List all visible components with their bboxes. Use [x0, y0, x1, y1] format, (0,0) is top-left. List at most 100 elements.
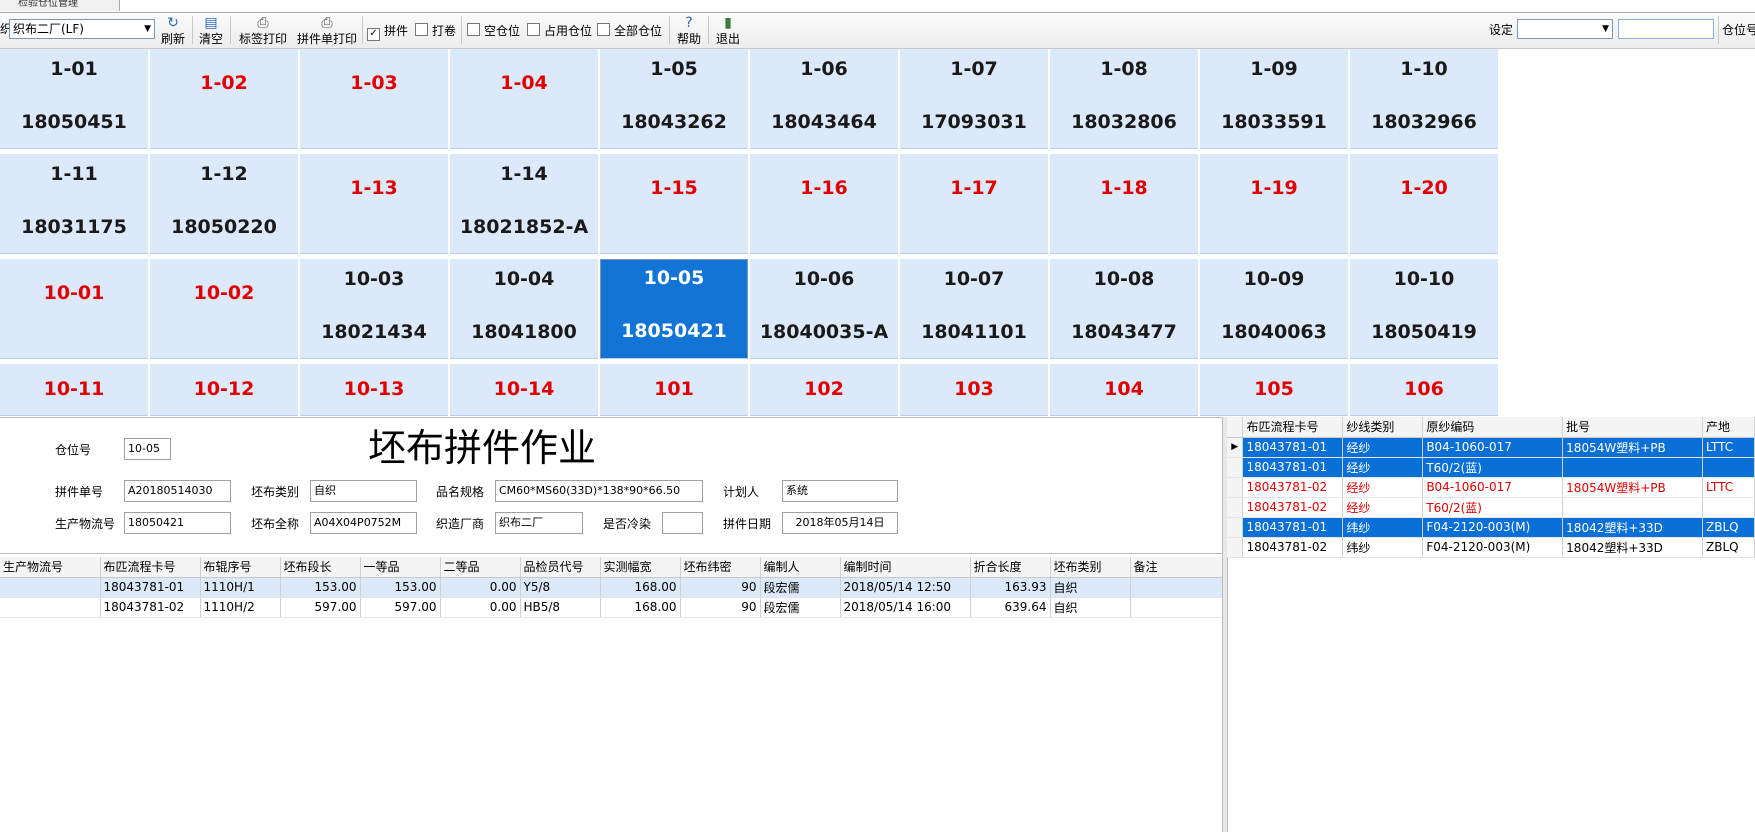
table-cell: 163.93 — [970, 577, 1051, 598]
bin-cell-1-20[interactable]: 1-20 — [1350, 154, 1498, 254]
bin-cell-10-02[interactable]: 10-02 — [150, 259, 298, 359]
check-roll[interactable]: 打卷 — [415, 23, 456, 39]
table-cell: 18043781-01 — [1242, 517, 1344, 538]
column-header[interactable]: 实测幅宽 — [600, 557, 681, 578]
bin-cell-1-07[interactable]: 1-07 17093031 — [900, 49, 1048, 149]
spec-field[interactable]: CM60*MS60(33D)*138*90*66.50 — [495, 480, 703, 502]
column-header[interactable]: 产地 — [1702, 417, 1755, 438]
full-name-field[interactable]: A04X04P0752M — [310, 512, 417, 534]
bin-cell-10-13[interactable]: 10-13 — [300, 364, 448, 416]
planner-field[interactable]: 系统 — [782, 480, 898, 502]
bin-cell-1-16[interactable]: 1-16 — [750, 154, 898, 254]
column-header[interactable]: 原纱编码 — [1422, 417, 1564, 438]
bin-cell-1-18[interactable]: 1-18 — [1050, 154, 1198, 254]
column-header[interactable]: 坯布类别 — [1050, 557, 1131, 578]
bin-cell-10-06[interactable]: 10-06 18040035-A — [750, 259, 898, 359]
bin-cell-10-08[interactable]: 10-08 18043477 — [1050, 259, 1198, 359]
column-header[interactable]: 二等品 — [440, 557, 521, 578]
planner-value: 系统 — [786, 484, 808, 497]
table-row[interactable]: 18043781-01 1110H/1 153.00 153.00 0.00 Y5/8 16… — [0, 577, 1223, 598]
bin-cell-1-11[interactable]: 1-11 18031175 — [0, 154, 148, 254]
bin-cell-106[interactable]: 106 — [1350, 364, 1498, 416]
column-header[interactable]: 品检员代号 — [520, 557, 601, 578]
cloth-type-field[interactable]: 自织 — [310, 480, 417, 502]
bin-cell-1-19[interactable]: 1-19 — [1200, 154, 1348, 254]
table-row[interactable]: 18043781-01 纬纱 F04-2120-003(M) 18042塑料+33D Z… — [1227, 517, 1755, 538]
splice-no-field[interactable]: A20180514030 — [124, 480, 231, 502]
bin-no-field[interactable]: 10-05 — [124, 438, 171, 460]
column-header[interactable]: 一等品 — [360, 557, 441, 578]
bin-cell-1-10[interactable]: 1-10 18032966 — [1350, 49, 1498, 149]
column-header[interactable]: 生产物流号 — [0, 557, 101, 578]
column-header[interactable]: 坯布纬密 — [680, 557, 761, 578]
bin-cell-102[interactable]: 102 — [750, 364, 898, 416]
bin-roll-number: 18021434 — [321, 321, 427, 343]
bin-code: 1-18 — [1100, 177, 1148, 199]
table-cell: ZBLQ — [1702, 517, 1755, 538]
bin-cell-10-07[interactable]: 10-07 18041101 — [900, 259, 1048, 359]
column-header[interactable]: 纱线类别 — [1342, 417, 1424, 438]
bin-cell-105[interactable]: 105 — [1200, 364, 1348, 416]
setting-input[interactable] — [1618, 19, 1714, 39]
factory-select[interactable]: 织布二厂(LF) ▼ — [9, 19, 155, 39]
bin-cell-1-05[interactable]: 1-05 18043262 — [600, 49, 748, 149]
column-header[interactable]: 折合长度 — [970, 557, 1051, 578]
splice-print-button[interactable]: ⎙ 拼件单打印 — [294, 15, 360, 46]
cold-dye-field[interactable] — [662, 512, 703, 534]
table-cell: 18043781-02 — [1242, 497, 1344, 518]
check-empty-bins[interactable]: 空仓位 — [467, 23, 520, 39]
tab-inspection-bin-mgmt[interactable]: 检验仓位管理 — [0, 0, 120, 11]
bin-cell-1-15[interactable]: 1-15 — [600, 154, 748, 254]
bin-cell-1-12[interactable]: 1-12 18050220 — [150, 154, 298, 254]
weaver-field[interactable]: 织布二厂 — [495, 512, 583, 534]
column-header[interactable]: 编制时间 — [840, 557, 971, 578]
column-header[interactable]: 坯布段长 — [280, 557, 361, 578]
bin-cell-1-01[interactable]: 1-01 18050451 — [0, 49, 148, 149]
check-all-bins[interactable]: 全部仓位 — [597, 23, 662, 39]
splice-date-field[interactable]: 2018年05月14日 — [782, 512, 898, 534]
check-splice[interactable]: ✓ 拼件 — [367, 23, 408, 41]
bin-cell-10-05[interactable]: 10-05 18050421 — [600, 259, 748, 359]
table-row[interactable]: 18043781-02 1110H/2 597.00 597.00 0.00 HB5/8 1… — [0, 597, 1223, 618]
setting-select[interactable]: ▼ — [1517, 19, 1613, 39]
table-row[interactable]: 18043781-02 经纱 T60/2(蓝) — [1227, 497, 1755, 518]
column-header[interactable]: 布匹流程卡号 — [100, 557, 201, 578]
column-header[interactable]: 布辊序号 — [200, 557, 281, 578]
exit-button[interactable]: ▮ 退出 — [713, 15, 743, 46]
bin-cell-1-14[interactable]: 1-14 18021852-A — [450, 154, 598, 254]
table-row[interactable]: 18043781-01 经纱 T60/2(蓝) — [1227, 457, 1755, 478]
check-occupied-bins[interactable]: 占用仓位 — [527, 23, 592, 39]
column-header[interactable]: 编制人 — [760, 557, 841, 578]
bin-cell-10-12[interactable]: 10-12 — [150, 364, 298, 416]
bin-cell-10-04[interactable]: 10-04 18041800 — [450, 259, 598, 359]
bin-cell-1-08[interactable]: 1-08 18032806 — [1050, 49, 1198, 149]
column-header[interactable]: 备注 — [1130, 557, 1223, 578]
bin-cell-10-14[interactable]: 10-14 — [450, 364, 598, 416]
table-row[interactable]: 18043781-02 纬纱 F04-2120-003(M) 18042塑料+33D Z… — [1227, 537, 1755, 558]
bin-cell-10-01[interactable]: 10-01 — [0, 259, 148, 359]
bin-cell-104[interactable]: 104 — [1050, 364, 1198, 416]
table-row[interactable]: ▶ 18043781-01 经纱 B04-1060-017 18054W塑料+PB LTT… — [1227, 437, 1755, 458]
bin-cell-103[interactable]: 103 — [900, 364, 1048, 416]
prod-flow-field[interactable]: 18050421 — [124, 512, 231, 534]
bin-cell-1-02[interactable]: 1-02 — [150, 49, 298, 149]
bin-cell-10-03[interactable]: 10-03 18021434 — [300, 259, 448, 359]
table-cell: 18042塑料+33D — [1562, 517, 1704, 538]
bin-cell-1-04[interactable]: 1-04 — [450, 49, 598, 149]
table-row[interactable]: 18043781-02 经纱 B04-1060-017 18054W塑料+PB LTTC — [1227, 477, 1755, 498]
bin-cell-10-11[interactable]: 10-11 — [0, 364, 148, 416]
column-header[interactable]: 布匹流程卡号 — [1242, 417, 1344, 438]
clear-button[interactable]: ▤ 清空 — [196, 15, 226, 46]
bin-cell-1-09[interactable]: 1-09 18033591 — [1200, 49, 1348, 149]
bin-cell-10-09[interactable]: 10-09 18040063 — [1200, 259, 1348, 359]
bin-cell-101[interactable]: 101 — [600, 364, 748, 416]
bin-cell-10-10[interactable]: 10-10 18050419 — [1350, 259, 1498, 359]
help-button[interactable]: ? 帮助 — [674, 15, 704, 46]
bin-cell-1-03[interactable]: 1-03 — [300, 49, 448, 149]
bin-cell-1-13[interactable]: 1-13 — [300, 154, 448, 254]
column-header[interactable]: 批号 — [1562, 417, 1704, 438]
bin-cell-1-17[interactable]: 1-17 — [900, 154, 1048, 254]
refresh-button[interactable]: ↻ 刷新 — [158, 15, 188, 46]
bin-cell-1-06[interactable]: 1-06 18043464 — [750, 49, 898, 149]
label-print-button[interactable]: ⎙ 标签打印 — [234, 15, 292, 46]
